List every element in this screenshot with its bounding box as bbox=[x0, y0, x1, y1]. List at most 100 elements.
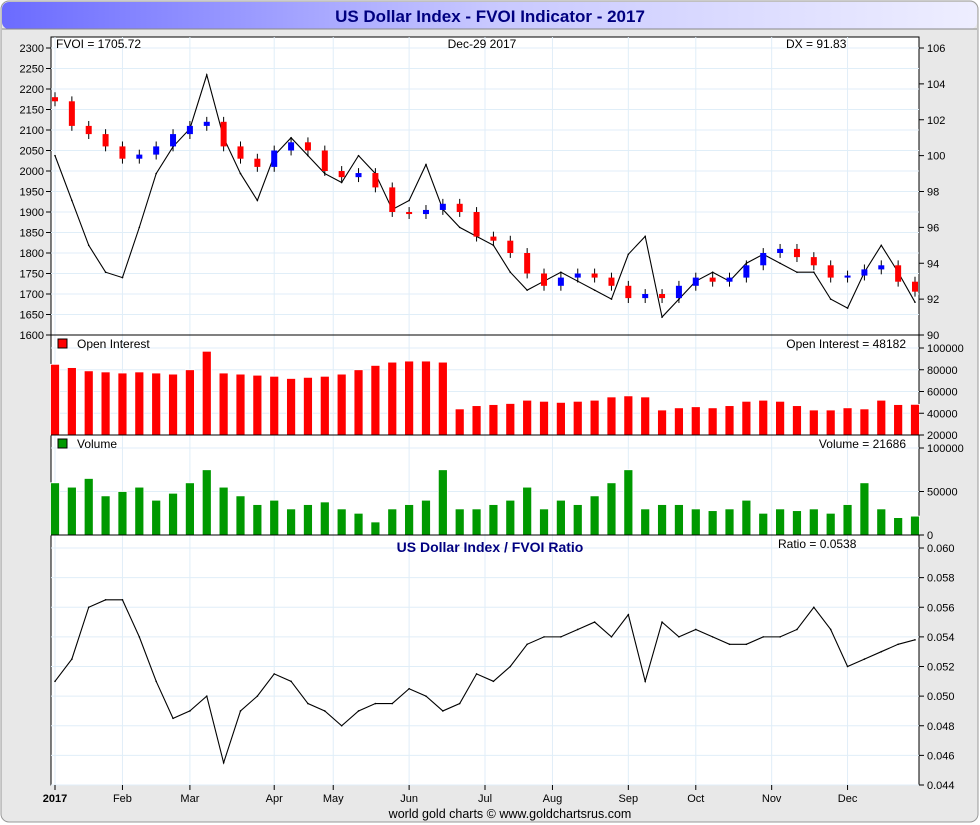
oi-bar bbox=[488, 404, 499, 436]
oi-bar bbox=[421, 360, 431, 436]
volume-bar bbox=[404, 504, 415, 536]
volume-bar bbox=[100, 495, 111, 536]
oi-bar bbox=[640, 396, 651, 436]
x-tick-label: 2017 bbox=[43, 793, 67, 805]
dx-point bbox=[155, 172, 157, 175]
fvoi-candle bbox=[68, 101, 75, 126]
volume-bar bbox=[117, 491, 128, 536]
fvoi-candle bbox=[288, 142, 295, 151]
dx-point bbox=[526, 289, 528, 291]
oi-bar bbox=[859, 408, 870, 436]
oi-bar bbox=[252, 374, 263, 436]
x-tick-label: Aug bbox=[543, 793, 563, 805]
fvoi-value-label: FVOI = 1705.72 bbox=[56, 37, 141, 51]
volume-bar bbox=[876, 508, 887, 536]
oi-bar bbox=[437, 361, 448, 436]
fvoi-candle bbox=[85, 125, 92, 135]
oi-bar bbox=[589, 399, 600, 436]
ratio-point bbox=[526, 643, 528, 646]
ratio-point bbox=[762, 636, 765, 638]
x-tick-label: Feb bbox=[113, 793, 132, 805]
fvoi-candle bbox=[878, 265, 885, 270]
y-tick-label: 0.060 bbox=[927, 543, 955, 555]
volume-bar bbox=[50, 482, 60, 536]
oi-bar bbox=[303, 376, 313, 436]
fvoi-candle bbox=[507, 240, 514, 253]
volume-bar bbox=[572, 504, 583, 536]
fvoi-candle bbox=[574, 273, 581, 278]
dx-point bbox=[661, 316, 663, 318]
fvoi-candle bbox=[743, 265, 750, 278]
volume-bar bbox=[589, 495, 600, 536]
y-tick-label: 1850 bbox=[20, 228, 44, 240]
fvoi-candle bbox=[439, 203, 446, 210]
fvoi-candle bbox=[726, 277, 733, 282]
oi-bar bbox=[741, 400, 752, 436]
volume-bar bbox=[505, 499, 516, 536]
fvoi-candle bbox=[254, 158, 261, 167]
fvoi-candle bbox=[760, 253, 767, 266]
ratio-point bbox=[509, 665, 512, 668]
ratio-point bbox=[256, 695, 259, 697]
ratio-point bbox=[290, 680, 292, 683]
oi-bar bbox=[100, 371, 111, 436]
volume-bar bbox=[808, 508, 819, 536]
dx-point bbox=[256, 199, 259, 202]
volume-bar bbox=[640, 508, 651, 536]
volume-bar bbox=[758, 512, 769, 536]
oi-bar bbox=[522, 399, 533, 436]
y-tick-label: 2300 bbox=[20, 43, 44, 55]
y-tick-label: 2250 bbox=[20, 64, 44, 76]
ratio-point bbox=[307, 702, 309, 705]
volume-bar bbox=[252, 504, 263, 536]
oi-bar bbox=[842, 407, 853, 436]
fvoi-candle bbox=[102, 134, 109, 147]
ratio-point bbox=[155, 680, 157, 683]
fvoi-candle bbox=[895, 265, 902, 282]
x-tick-label: Nov bbox=[762, 793, 782, 805]
oi-bar bbox=[707, 407, 718, 436]
x-tick-label: Jun bbox=[400, 793, 418, 805]
fvoi-candle bbox=[709, 277, 716, 282]
dx-point bbox=[846, 307, 849, 309]
volume-bar bbox=[555, 499, 566, 536]
y-tick-label: 1650 bbox=[20, 310, 44, 322]
fvoi-candle bbox=[237, 146, 244, 159]
dx-point bbox=[627, 253, 630, 256]
y-tick-label: 1600 bbox=[20, 330, 44, 342]
y-tick-label: 100 bbox=[927, 151, 945, 163]
volume-bar bbox=[387, 508, 398, 536]
dx-point bbox=[54, 154, 56, 157]
oi-bar bbox=[674, 407, 684, 436]
fvoi-chart: US Dollar Index - FVOI Indicator - 2017 … bbox=[0, 0, 979, 823]
fvoi-candle bbox=[625, 285, 632, 299]
oi-bar bbox=[724, 405, 735, 436]
oi-bar bbox=[792, 405, 802, 436]
date-label: Dec-29 2017 bbox=[448, 37, 517, 51]
volume-value-label: Volume = 21686 bbox=[819, 437, 906, 451]
ratio-point bbox=[239, 710, 242, 712]
volume-bar bbox=[201, 469, 212, 536]
dx-point bbox=[829, 298, 832, 300]
volume-bar bbox=[421, 499, 431, 536]
dx-point bbox=[509, 271, 512, 274]
ratio-point bbox=[121, 599, 124, 601]
chart-footer: world gold charts © www.goldchartsrus.co… bbox=[388, 807, 632, 821]
oi-bar bbox=[623, 395, 634, 436]
fvoi-candle bbox=[827, 265, 834, 278]
volume-bar bbox=[842, 504, 853, 536]
fvoi-candle bbox=[659, 294, 666, 299]
oi-bar bbox=[825, 409, 836, 436]
volume-bar bbox=[657, 504, 667, 536]
y-tick-label: 100000 bbox=[927, 343, 964, 355]
volume-bar bbox=[859, 482, 870, 536]
volume-bar bbox=[353, 512, 364, 536]
volume-bar bbox=[185, 482, 195, 536]
fvoi-candle bbox=[271, 150, 278, 167]
oi-bar bbox=[66, 367, 77, 436]
y-tick-label: 0.052 bbox=[927, 662, 955, 674]
y-tick-label: 0 bbox=[927, 530, 933, 542]
fvoi-candle bbox=[844, 275, 851, 278]
volume-bar bbox=[235, 495, 246, 536]
y-tick-label: 90 bbox=[927, 330, 939, 342]
